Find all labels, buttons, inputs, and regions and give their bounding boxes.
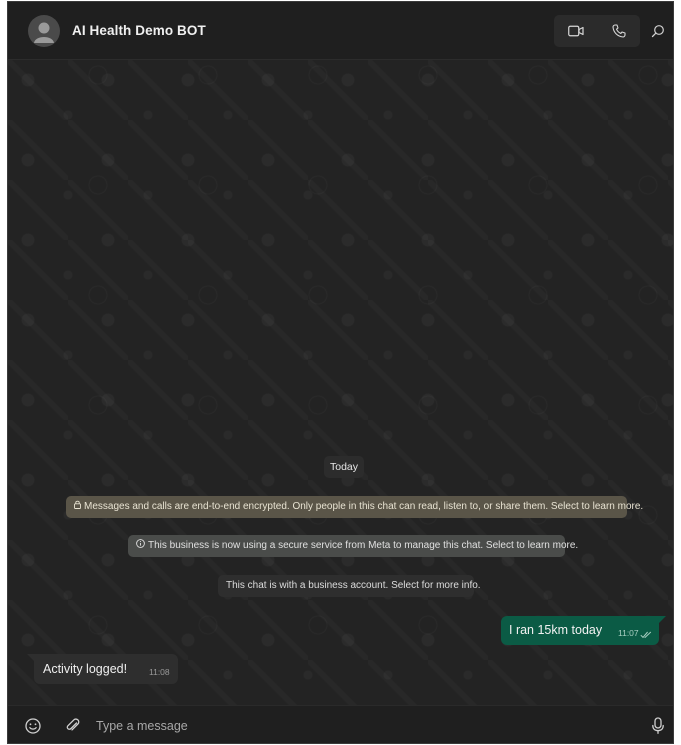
chat-title[interactable]: AI Health Demo BOT — [72, 23, 206, 38]
message-text: Activity logged! — [43, 662, 128, 676]
meta-service-notice-text: This business is now using a secure serv… — [148, 540, 579, 551]
paperclip-icon — [66, 718, 80, 731]
video-call-button[interactable] — [554, 15, 597, 47]
message-input[interactable] — [96, 714, 626, 738]
call-buttons — [554, 15, 640, 47]
double-check-icon — [640, 626, 652, 644]
phone-icon — [611, 24, 626, 38]
date-separator: Today — [324, 456, 364, 478]
emoji-icon — [25, 718, 41, 734]
voice-call-button[interactable] — [597, 15, 640, 47]
incoming-message[interactable]: Activity logged! 11:08 — [27, 654, 178, 684]
attach-button[interactable] — [64, 717, 82, 735]
chat-header: AI Health Demo BOT — [8, 2, 673, 60]
person-icon — [34, 22, 54, 43]
lock-icon — [74, 496, 81, 518]
message-text: I ran 15km today — [509, 623, 603, 637]
outgoing-message[interactable]: I ran 15km today 11:07 — [501, 616, 666, 645]
message-time: 11:07 — [618, 628, 639, 638]
encryption-notice-text: Messages and calls are end-to-end encryp… — [84, 501, 644, 512]
business-account-notice[interactable]: This chat is with a business account. Se… — [218, 575, 481, 597]
chat-window: AI Health Demo BOT Today Messages and ca… — [7, 1, 674, 744]
encryption-notice[interactable]: Messages and calls are end-to-end encryp… — [66, 496, 643, 518]
search-button[interactable] — [646, 18, 670, 44]
avatar[interactable] — [28, 15, 60, 47]
info-icon — [136, 535, 145, 557]
message-time: 11:08 — [149, 667, 170, 677]
message-area[interactable]: Today Messages and calls are end-to-end … — [8, 60, 673, 705]
emoji-button[interactable] — [24, 717, 42, 735]
meta-service-notice[interactable]: This business is now using a secure serv… — [128, 535, 578, 557]
voice-message-button[interactable] — [650, 717, 666, 735]
microphone-icon — [652, 717, 664, 734]
message-composer — [8, 705, 673, 743]
search-icon — [651, 25, 664, 38]
video-camera-icon — [567, 25, 584, 37]
